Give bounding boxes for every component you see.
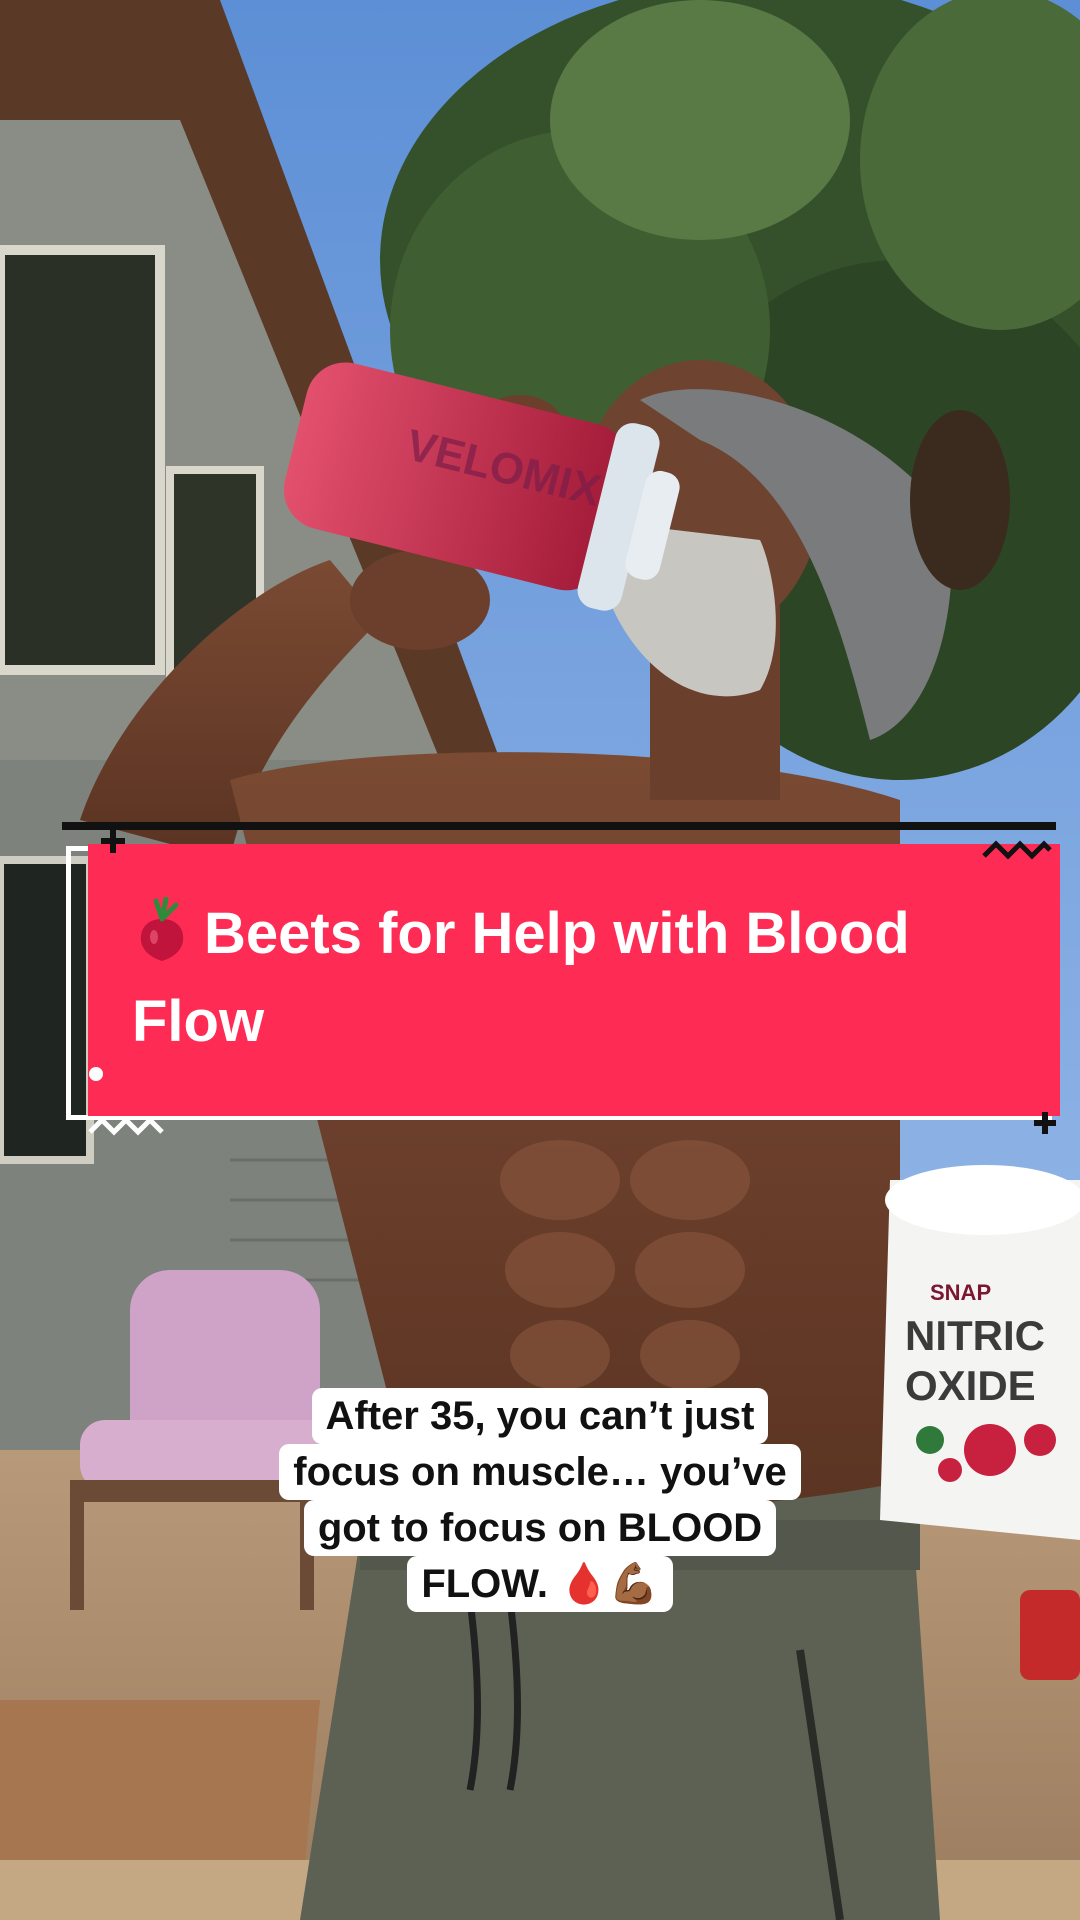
banner-title: Beets for Help with Blood Flow xyxy=(132,890,1032,1066)
product-brand-text: SNAP xyxy=(930,1280,991,1305)
product-name-line1: NITRIC xyxy=(905,1312,1045,1359)
plus-icon-bottom xyxy=(1034,1112,1056,1134)
zigzag-icon xyxy=(982,840,1052,860)
zigzag-icon-bottom xyxy=(88,1116,164,1136)
title-banner: Beets for Help with Blood Flow xyxy=(62,822,1060,1136)
caption-line-3: got to focus on BLOOD xyxy=(303,1500,777,1556)
caption-line-2: focus on muscle… you’ve xyxy=(279,1444,801,1500)
caption-line-1: After 35, you can’t just xyxy=(311,1388,769,1444)
caption-line-4: FLOW. 🩸💪🏾 xyxy=(407,1556,673,1612)
banner-title-text: Beets for Help with Blood Flow xyxy=(132,901,910,1054)
beet-icon xyxy=(140,896,184,961)
banner-top-bar xyxy=(62,822,1056,830)
caption: After 35, you can’t just focus on muscle… xyxy=(0,1388,1080,1612)
dot-icon xyxy=(89,1067,103,1081)
plus-icon xyxy=(101,829,125,853)
